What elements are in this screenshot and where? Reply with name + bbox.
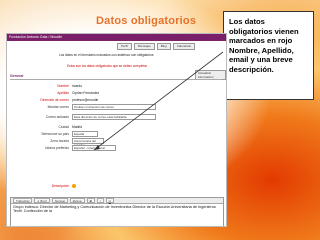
required-note: Estos son los datos obligatorios que se … <box>67 64 147 68</box>
tab-perfil[interactable]: Perfil <box>117 43 132 50</box>
font-select[interactable]: Trebuchet <box>13 198 33 203</box>
select-idioma[interactable]: Español - Internacional <box>72 144 116 152</box>
bold-icon[interactable]: B <box>86 198 95 203</box>
field-row: Dirección de correo profesor@moodle <box>21 97 98 103</box>
field-label-apellido: Apellido <box>57 91 69 95</box>
profile-toolbar: Perfil Mensajes Blog Calendario <box>117 43 196 50</box>
slide-title: Datos obligatorios <box>96 15 197 27</box>
site-header: Fundación Antonio Gala / Moodle <box>7 34 226 41</box>
field-value-ciudad[interactable]: Madrid <box>72 125 82 129</box>
size-select[interactable]: 1 (8 pt) <box>34 198 50 203</box>
field-label-mostrar-correo: Mostrar correo <box>47 105 69 109</box>
moodle-profile-screenshot: Fundación Antonio Gala / Moodle Perfil M… <box>6 33 227 227</box>
tab-calendario[interactable]: Calendario <box>172 43 196 50</box>
field-label-ciudad: Ciudad <box>58 125 69 129</box>
field-row: Descripción <box>21 183 76 189</box>
field-row: Correo activado Esta dirección de correo… <box>21 113 156 121</box>
select-zona-horaria[interactable]: Zona horaria del servidor <box>72 137 104 147</box>
field-label-correo-activado: Correo activado <box>45 115 69 119</box>
field-label-email: Dirección de correo <box>40 98 69 102</box>
field-value-email[interactable]: profesor@moodle <box>72 98 98 102</box>
callout-note: Los datos obligatorios vienen marcados e… <box>223 11 314 100</box>
tab-mensajes[interactable]: Mensajes <box>133 43 155 50</box>
field-value-nombre[interactable]: ricardo <box>72 84 82 88</box>
field-label-zona-horaria: Zona horaria <box>50 139 69 143</box>
lang-select[interactable]: Idioma <box>69 198 85 203</box>
tab-blog[interactable]: Blog <box>156 43 171 50</box>
style-select[interactable]: Normal <box>51 198 68 203</box>
section-divider <box>10 79 222 80</box>
field-row: Nombre ricardo <box>21 83 82 89</box>
field-value-apellido[interactable]: Ciprian Fernández <box>72 91 99 95</box>
form-intro: Los datos en el formulario marcados con … <box>59 53 154 57</box>
field-label-nombre: Nombre <box>57 84 69 88</box>
field-row: Idioma preferido Español - Internacional <box>21 144 116 152</box>
editor-text[interactable]: Grupo Indescu: Director de Marketing y C… <box>11 204 223 215</box>
description-editor[interactable]: Trebuchet 1 (8 pt) Normal Idioma B I U G… <box>10 197 224 226</box>
select-mostrar-correo[interactable]: Ocultar mi dirección de correo <box>72 103 156 111</box>
field-row: Ciudad Madrid <box>21 124 83 130</box>
field-row: Seleccione su país España <box>21 130 98 138</box>
select-pais[interactable]: España <box>72 130 98 138</box>
field-label-descripcion: Descripción <box>51 184 69 188</box>
field-label-pais: Seleccione su país <box>41 132 69 136</box>
field-row: Zona horaria Zona horaria del servidor <box>21 137 104 147</box>
underline-icon[interactable]: U <box>105 198 114 203</box>
field-row: Mostrar correo Ocultar mi dirección de c… <box>21 103 156 111</box>
select-correo-activado[interactable]: Esta dirección de correo está habilitada <box>72 113 156 121</box>
field-label-idioma: Idioma preferido <box>45 146 69 150</box>
section-general: General <box>10 74 24 78</box>
callout-note-text: Los datos obligatorios vienen marcados e… <box>229 17 299 74</box>
slide-background: Datos obligatorios Los datos obligatorio… <box>0 0 320 240</box>
field-row: Apellido Ciprian Fernández <box>21 90 99 96</box>
italic-icon[interactable]: I <box>96 198 104 203</box>
help-icon[interactable] <box>72 184 76 188</box>
